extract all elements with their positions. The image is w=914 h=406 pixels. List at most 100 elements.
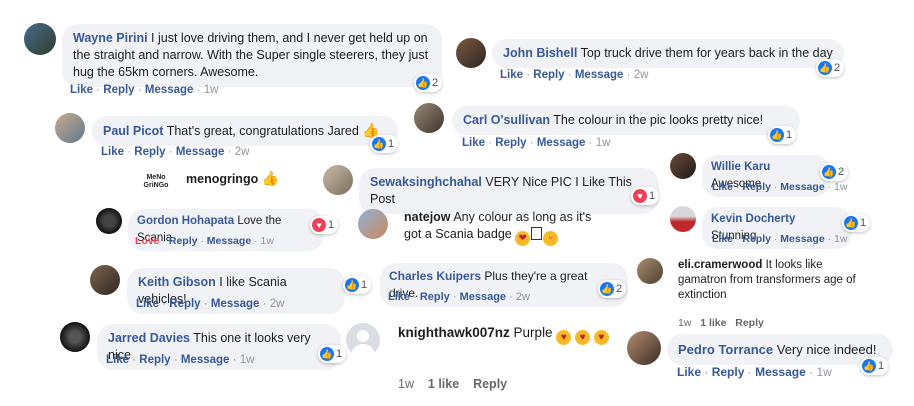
message-link[interactable]: Message <box>181 354 230 366</box>
reply-link[interactable]: Reply <box>495 137 526 149</box>
comment-author[interactable]: Wayne Pirini <box>73 31 148 45</box>
avatar[interactable] <box>670 206 696 232</box>
like-link[interactable]: Like <box>136 298 159 310</box>
reaction-count[interactable]: 👍 2 <box>414 74 443 92</box>
like-link[interactable]: Like <box>388 291 410 303</box>
like-reaction-icon: 👍 <box>822 165 836 179</box>
reply-link[interactable]: Reply <box>103 84 134 96</box>
comment-time[interactable]: 1w <box>204 84 219 96</box>
like-link[interactable]: Like <box>712 181 733 193</box>
comment-bubble: Wayne Pirini I just love driving them, a… <box>62 24 442 87</box>
likes-count[interactable]: 1 like <box>700 317 726 329</box>
reaction-count[interactable]: 👍 1 <box>343 276 372 294</box>
like-link[interactable]: Like <box>462 137 485 149</box>
avatar[interactable] <box>55 113 85 143</box>
comment-time[interactable]: 2w <box>516 291 530 303</box>
comment-author[interactable]: natejow <box>404 210 451 224</box>
reaction-count[interactable]: 👍 2 <box>598 280 627 298</box>
comment-time[interactable]: 1w <box>834 181 847 193</box>
reaction-count[interactable]: ♥ 1 <box>310 216 339 234</box>
reaction-count[interactable]: 👍 1 <box>318 345 347 363</box>
message-link[interactable]: Message <box>145 84 194 96</box>
like-link[interactable]: Like <box>70 84 93 96</box>
avatar[interactable] <box>96 208 122 234</box>
like-reaction-icon: 👍 <box>862 359 876 373</box>
message-link[interactable]: Message <box>176 146 225 158</box>
reply-link[interactable]: Reply <box>169 235 198 247</box>
default-avatar-icon[interactable] <box>346 323 380 357</box>
likes-count[interactable]: 1 like <box>428 377 459 391</box>
comment-time[interactable]: 1w <box>816 365 831 379</box>
message-link[interactable]: Message <box>537 137 586 149</box>
message-link[interactable]: Message <box>780 233 824 245</box>
reply-link[interactable]: Reply <box>139 354 170 366</box>
avatar[interactable] <box>60 322 90 352</box>
message-link[interactable]: Message <box>780 181 824 193</box>
avatar[interactable] <box>24 23 56 55</box>
comment-text: Top truck drive them for years back in t… <box>580 46 833 60</box>
comment-time[interactable]: 1w <box>834 233 847 245</box>
reply-link[interactable]: Reply <box>712 365 745 379</box>
message-link[interactable]: Message <box>460 291 506 303</box>
comment-author[interactable]: Paul Picot <box>103 124 163 138</box>
comment-author[interactable]: Gordon Hohapata <box>137 215 234 227</box>
reply-link[interactable]: Reply <box>533 69 564 81</box>
reply-link[interactable]: Reply <box>473 377 507 391</box>
comment-time[interactable]: 1w <box>261 235 274 247</box>
like-link[interactable]: Like <box>712 233 733 245</box>
reply-link[interactable]: Reply <box>742 233 771 245</box>
avatar[interactable] <box>670 153 696 179</box>
comment-author[interactable]: Kevin Docherty <box>711 213 795 225</box>
comment-meta: 1w 1 like Reply <box>398 377 507 391</box>
like-link[interactable]: Like <box>500 69 523 81</box>
comment-time[interactable]: 2w <box>235 146 250 158</box>
comment-author[interactable]: Jarred Davies <box>108 331 190 345</box>
comment-time[interactable]: 1w <box>398 377 414 391</box>
like-link[interactable]: Like <box>101 146 124 158</box>
avatar[interactable] <box>637 258 663 284</box>
message-link[interactable]: Message <box>211 298 260 310</box>
comment-author[interactable]: menogringo <box>186 172 258 186</box>
comment-author[interactable]: Pedro Torrance <box>678 342 773 357</box>
reply-link[interactable]: Reply <box>169 298 200 310</box>
avatar[interactable] <box>90 265 120 295</box>
message-link[interactable]: Message <box>575 69 624 81</box>
reply-link[interactable]: Reply <box>735 317 764 329</box>
like-link[interactable]: Like <box>106 354 129 366</box>
comment-time[interactable]: 2w <box>634 69 649 81</box>
like-link[interactable]: Like <box>677 365 701 379</box>
comment-author[interactable]: Carl O'sullivan <box>463 113 550 127</box>
comment-author[interactable]: Willie Karu <box>711 161 770 173</box>
love-reaction-icon: ♥ <box>312 218 326 232</box>
comment-author[interactable]: knighthawk007nz <box>398 325 510 340</box>
comment-time[interactable]: 1w <box>678 317 691 329</box>
reaction-count[interactable]: 👍 1 <box>370 135 399 153</box>
reaction-count[interactable]: ♥ 1 <box>631 187 660 205</box>
comment-author[interactable]: Sewaksinghchahal <box>370 175 482 189</box>
message-link[interactable]: Message <box>755 365 806 379</box>
heart-eyes-emoji-icon: ♥ <box>593 330 609 345</box>
avatar[interactable] <box>627 331 661 365</box>
avatar[interactable] <box>323 165 353 195</box>
reaction-count[interactable]: 👍 2 <box>816 59 845 77</box>
comment-author[interactable]: Keith Gibson <box>138 275 216 289</box>
reply-link[interactable]: Reply <box>742 181 771 193</box>
reply-link[interactable]: Reply <box>420 291 450 303</box>
comment-author[interactable]: Charles Kuipers <box>389 269 481 283</box>
comment-author[interactable]: eli.cramerwood <box>678 259 762 271</box>
comment-time[interactable]: 2w <box>270 298 285 310</box>
love-link[interactable]: Love <box>135 235 160 247</box>
reaction-count[interactable]: 👍 2 <box>820 163 849 181</box>
avatar[interactable] <box>456 38 486 68</box>
message-link[interactable]: Message <box>207 235 251 247</box>
avatar[interactable] <box>358 209 388 239</box>
comment-time[interactable]: 1w <box>240 354 255 366</box>
reaction-count[interactable]: 👍 1 <box>842 214 871 232</box>
comment-time[interactable]: 1w <box>596 137 611 149</box>
reaction-count[interactable]: 👍 1 <box>768 126 797 144</box>
avatar[interactable] <box>414 103 444 133</box>
reaction-count[interactable]: 👍 1 <box>860 357 889 375</box>
comment-author[interactable]: John Bishell <box>503 46 577 60</box>
avatar[interactable]: MeNo GriNGo <box>140 168 172 196</box>
reply-link[interactable]: Reply <box>134 146 165 158</box>
